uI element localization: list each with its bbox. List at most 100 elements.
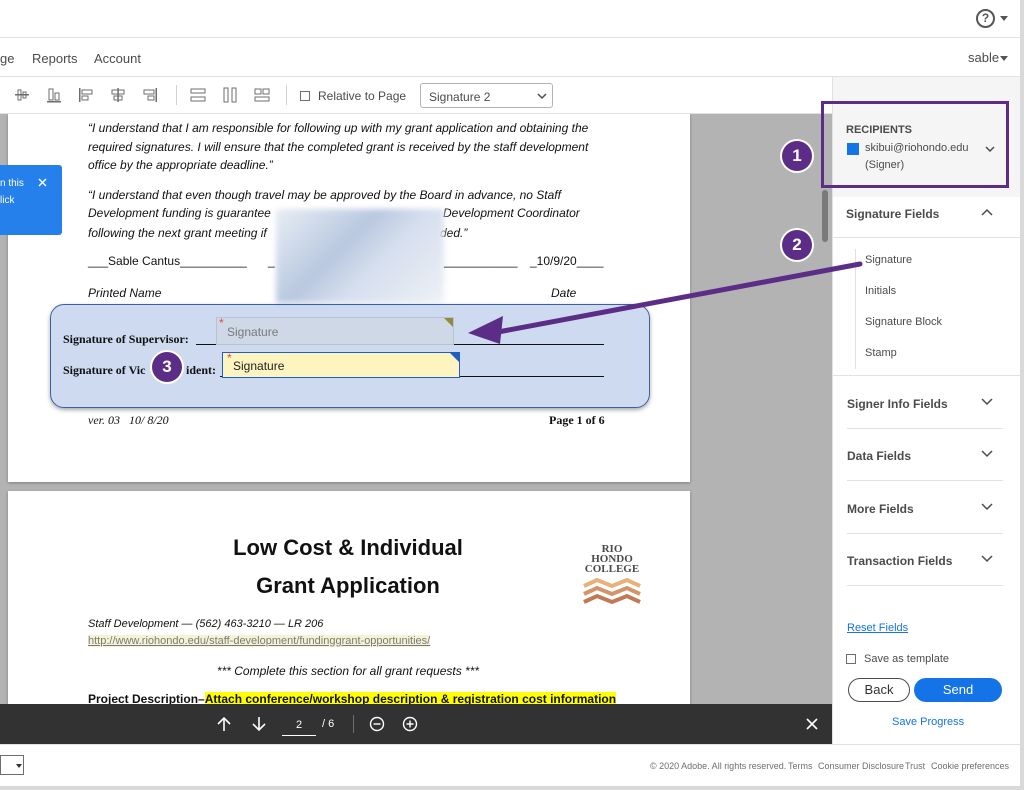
field-toolbar: Relative to Page Signature 2 (0, 77, 832, 114)
nav-item-account[interactable]: Account (94, 51, 141, 66)
redacted-signature-image (276, 209, 444, 303)
document-canvas: “I understand that I am responsible for … (0, 114, 832, 704)
align-center-horizontal-icon[interactable] (110, 87, 126, 103)
nav-item-reports[interactable]: Reports (32, 51, 78, 66)
vp-signature-label-end: ident: (186, 363, 216, 377)
field-item-signature[interactable]: Signature (865, 254, 912, 266)
language-select[interactable] (0, 755, 24, 775)
recipient-email[interactable]: skibui@riohondo.edu (865, 142, 969, 154)
page-count-label: Page 1 of 6 (549, 413, 605, 427)
field-item-signature-block[interactable]: Signature Block (865, 316, 942, 328)
callout-badge-3: 3 (152, 352, 182, 382)
more-fields-title[interactable]: More Fields (847, 502, 914, 516)
supervisor-signature-label: Signature of Supervisor: (63, 332, 189, 346)
chevron-down-icon (16, 764, 22, 768)
top-bar: ? (0, 0, 1020, 38)
relative-to-page-checkbox[interactable] (300, 91, 310, 101)
chevron-down-icon[interactable] (981, 398, 993, 406)
field-list-guide (855, 249, 856, 369)
complete-section-note: *** Complete this section for all grant … (216, 664, 480, 678)
agreement-paragraph-2-line-3: following the next grant meeting if (88, 226, 267, 240)
transaction-fields-title[interactable]: Transaction Fields (847, 554, 952, 568)
field-corner-marker (444, 318, 453, 327)
chevron-up-icon[interactable] (981, 208, 993, 216)
printed-name-line: ___Sable Cantus__________ (88, 254, 247, 268)
align-bottom-icon[interactable] (46, 87, 62, 103)
signer-info-fields-title[interactable]: Signer Info Fields (847, 397, 948, 411)
align-right-icon[interactable] (142, 87, 158, 103)
match-width-icon[interactable] (190, 87, 206, 103)
footer-link-terms[interactable]: Terms (788, 761, 813, 771)
agreement-paragraph-2-line-3-end: ded.” (440, 226, 468, 240)
close-icon[interactable] (806, 718, 818, 730)
section-divider (833, 375, 1021, 376)
logo-text-line-3: COLLEGE (584, 563, 640, 575)
recipients-title: RECIPIENTS (846, 124, 913, 136)
grant-title-line-2: Grant Application (256, 573, 440, 598)
supervisor-signature-placeholder: Signature (227, 325, 279, 339)
help-icon[interactable]: ? (976, 9, 995, 28)
save-as-template-checkbox[interactable] (846, 654, 856, 664)
window-edge (0, 786, 1024, 790)
data-fields-title[interactable]: Data Fields (847, 449, 911, 463)
signature-fields-title[interactable]: Signature Fields (846, 207, 939, 221)
recipient-select[interactable]: Signature 2 (420, 83, 553, 108)
field-corner-marker (450, 353, 459, 362)
back-button[interactable]: Back (848, 678, 910, 702)
agreement-paragraph-2-line-2-end: Development Coordinator (443, 206, 580, 220)
fields-panel: RECIPIENTS skibui@riohondo.edu (Signer) … (821, 77, 1021, 744)
window-edge (1020, 0, 1024, 790)
zoom-in-icon[interactable] (402, 716, 418, 732)
chevron-down-icon[interactable] (981, 503, 993, 511)
vp-signature-field[interactable]: * Signature (222, 351, 460, 378)
user-menu[interactable]: sable (968, 50, 999, 65)
document-page-2: Low Cost & Individual Grant Application … (8, 491, 690, 704)
user-dropdown-icon[interactable] (1000, 56, 1008, 61)
match-size-icon[interactable] (254, 87, 270, 103)
date-line: _10/9/20____ (530, 254, 604, 268)
project-description-highlight: Attach conference/workshop description &… (204, 692, 617, 704)
recipient-role: (Signer) (865, 159, 905, 171)
document-scrollbar-thumb[interactable] (822, 190, 828, 242)
footer: © 2020 Adobe. All rights reserved. Terms… (0, 744, 1020, 786)
toolbar-divider (286, 85, 287, 105)
reset-fields-link[interactable]: Reset Fields (847, 622, 908, 634)
nav-item-manage[interactable]: ge (0, 51, 14, 66)
staff-development-contact: Staff Development — (562) 463-3210 — LR … (88, 618, 324, 630)
grant-title-line-1: Low Cost & Individual (233, 535, 463, 560)
align-left-icon[interactable] (78, 87, 94, 103)
chevron-down-icon[interactable] (985, 145, 995, 153)
save-progress-link[interactable]: Save Progress (892, 716, 964, 728)
field-item-stamp[interactable]: Stamp (865, 347, 897, 359)
field-item-initials[interactable]: Initials (865, 285, 896, 297)
footer-link-consumer-disclosure[interactable]: Consumer Disclosure (818, 761, 904, 771)
chevron-down-icon[interactable] (981, 555, 993, 563)
signature-line-start: _ (268, 254, 275, 268)
page-number-input[interactable]: 2 (282, 714, 316, 736)
recipient-select-value: Signature 2 (429, 90, 491, 104)
info-toast: n this lick (0, 165, 62, 235)
chevron-down-icon[interactable] (981, 450, 993, 458)
copyright-text: © 2020 Adobe. All rights reserved. (650, 761, 787, 771)
footer-link-cookie-preferences[interactable]: Cookie preferences (931, 761, 1009, 771)
funding-url-link[interactable]: http://www.riohondo.edu/staff-developmen… (88, 635, 431, 647)
match-height-icon[interactable] (222, 87, 238, 103)
align-center-vertical-icon[interactable] (14, 87, 30, 103)
signature-line-end: ___________ (444, 254, 518, 268)
zoom-out-icon[interactable] (369, 716, 385, 732)
close-icon[interactable] (38, 178, 47, 187)
help-dropdown-icon[interactable] (1000, 16, 1008, 21)
arrow-up-icon[interactable] (216, 716, 232, 732)
vp-signature-label: Signature of Vic (63, 363, 146, 377)
footer-link-trust[interactable]: Trust (905, 761, 925, 771)
callout-badge-2: 2 (782, 230, 812, 260)
save-as-template-label: Save as template (864, 653, 949, 665)
send-button[interactable]: Send (914, 678, 1002, 702)
arrow-down-icon[interactable] (251, 716, 267, 732)
agreement-paragraph-2-line-1: “I understand that even though travel ma… (88, 188, 561, 202)
section-divider (847, 585, 1003, 586)
supervisor-signature-field[interactable]: * Signature (216, 316, 454, 345)
section-divider (847, 480, 1003, 481)
agreement-paragraph-1: “I understand that I am responsible for … (88, 121, 589, 172)
toast-text-line-1: n this (0, 178, 24, 189)
